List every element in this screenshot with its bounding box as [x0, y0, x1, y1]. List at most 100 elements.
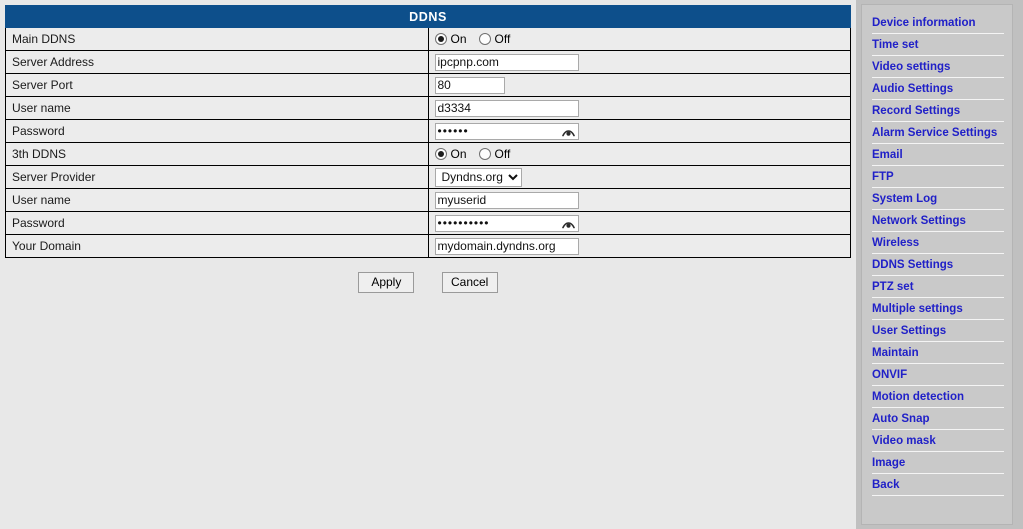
sidebar-item-record-settings[interactable]: Record Settings	[862, 103, 1012, 120]
password-field-wrapper	[434, 122, 579, 140]
radio-group: On Off	[434, 145, 519, 162]
field-value	[427, 188, 851, 212]
field-value	[427, 119, 851, 143]
field-value	[427, 73, 851, 97]
sidebar-item-back[interactable]: Back	[862, 477, 1012, 494]
menu-separator	[872, 231, 1004, 232]
sidebar-item-ptz-set[interactable]: PTZ set	[862, 279, 1012, 296]
field-label: Password	[5, 211, 429, 235]
menu-separator	[872, 275, 1004, 276]
menu-separator	[872, 55, 1004, 56]
sidebar-item-video-settings[interactable]: Video settings	[862, 59, 1012, 76]
field-label: Main DDNS	[5, 27, 429, 51]
menu-separator	[872, 297, 1004, 298]
password-reveal-icon[interactable]	[561, 127, 575, 137]
field-label: 3th DDNS	[5, 142, 429, 166]
field-label: User name	[5, 188, 429, 212]
form-row: Server ProviderDyndns.org3322.orgno-ip.c…	[5, 165, 851, 189]
field-label: Your Domain	[5, 234, 429, 258]
field-label: User name	[5, 96, 429, 120]
apply-button[interactable]: Apply	[358, 272, 415, 293]
menu-separator	[872, 33, 1004, 34]
menu-separator	[872, 319, 1004, 320]
menu-separator	[872, 385, 1004, 386]
main-content: DDNS Main DDNSOnOffServer AddressServer …	[0, 0, 856, 529]
menu-separator	[872, 77, 1004, 78]
radio-on[interactable]	[434, 32, 447, 45]
field-label: Password	[5, 119, 429, 143]
sidebar-item-multiple-settings[interactable]: Multiple settings	[862, 301, 1012, 318]
menu-separator	[872, 99, 1004, 100]
radio-off-label: Off	[494, 31, 511, 46]
form-row: Main DDNS On Off	[5, 27, 851, 51]
text-input[interactable]	[434, 237, 579, 255]
sidebar-item-maintain[interactable]: Maintain	[862, 345, 1012, 362]
form-row: Server Port	[5, 73, 851, 97]
field-value	[427, 50, 851, 74]
menu-separator	[872, 165, 1004, 166]
sidebar-item-wireless[interactable]: Wireless	[862, 235, 1012, 252]
sidebar-item-email[interactable]: Email	[862, 147, 1012, 164]
form-row: Server Address	[5, 50, 851, 74]
form-row: 3th DDNS On Off	[5, 142, 851, 166]
sidebar-menu: Device information Time set Video settings…	[861, 4, 1013, 525]
password-reveal-icon[interactable]	[561, 219, 575, 229]
password-input[interactable]	[434, 122, 579, 140]
panel-title-row: DDNS	[5, 5, 851, 28]
field-value: Dyndns.org3322.orgno-ip.comoray.net	[427, 165, 851, 189]
sidebar-item-auto-snap[interactable]: Auto Snap	[862, 411, 1012, 428]
sidebar-item-audio-settings[interactable]: Audio Settings	[862, 81, 1012, 98]
form-row: Your Domain	[5, 234, 851, 258]
sidebar-item-time-set[interactable]: Time set	[862, 37, 1012, 54]
menu-separator	[872, 429, 1004, 430]
radio-on-label: On	[450, 31, 467, 46]
form-row: User name	[5, 96, 851, 120]
page-title: DDNS	[5, 5, 851, 28]
field-label: Server Provider	[5, 165, 429, 189]
menu-separator	[872, 209, 1004, 210]
sidebar-item-video-mask[interactable]: Video mask	[862, 433, 1012, 450]
text-input[interactable]	[434, 191, 579, 209]
sidebar-item-alarm-service-settings[interactable]: Alarm Service Settings	[862, 125, 1012, 142]
field-value	[427, 211, 851, 235]
menu-separator	[872, 121, 1004, 122]
menu-separator	[872, 187, 1004, 188]
menu-separator	[872, 363, 1004, 364]
button-bar: Apply Cancel	[5, 272, 851, 293]
form-row: Password	[5, 119, 851, 143]
sidebar: Device information Time set Video settings…	[856, 0, 1023, 529]
server-provider-select[interactable]: Dyndns.org3322.orgno-ip.comoray.net	[434, 167, 522, 187]
menu-separator	[872, 407, 1004, 408]
sidebar-item-network-settings[interactable]: Network Settings	[862, 213, 1012, 230]
field-label: Server Address	[5, 50, 429, 74]
field-value	[427, 96, 851, 120]
text-input[interactable]	[434, 99, 579, 117]
menu-separator	[872, 451, 1004, 452]
menu-separator	[872, 253, 1004, 254]
ddns-settings-table: DDNS Main DDNSOnOffServer AddressServer …	[5, 5, 851, 258]
menu-separator	[872, 341, 1004, 342]
sidebar-item-device-information[interactable]: Device information	[862, 15, 1012, 32]
password-field-wrapper	[434, 214, 579, 232]
cancel-button[interactable]: Cancel	[441, 272, 498, 293]
sidebar-item-ftp[interactable]: FTP	[862, 169, 1012, 186]
sidebar-item-user-settings[interactable]: User Settings	[862, 323, 1012, 340]
text-input[interactable]	[434, 76, 505, 94]
radio-off-label: Off	[494, 146, 511, 161]
sidebar-item-ddns-settings[interactable]: DDNS Settings	[862, 257, 1012, 274]
radio-off[interactable]	[478, 147, 491, 160]
sidebar-item-system-log[interactable]: System Log	[862, 191, 1012, 208]
text-input[interactable]	[434, 53, 579, 71]
menu-separator	[872, 143, 1004, 144]
menu-separator	[872, 473, 1004, 474]
radio-on[interactable]	[434, 147, 447, 160]
radio-on-label: On	[450, 146, 467, 161]
radio-off[interactable]	[478, 32, 491, 45]
form-row: Password	[5, 211, 851, 235]
sidebar-item-onvif[interactable]: ONVIF	[862, 367, 1012, 384]
password-input[interactable]	[434, 214, 579, 232]
sidebar-item-image[interactable]: Image	[862, 455, 1012, 472]
field-label: Server Port	[5, 73, 429, 97]
sidebar-item-motion-detection[interactable]: Motion detection	[862, 389, 1012, 406]
menu-separator	[872, 495, 1004, 496]
